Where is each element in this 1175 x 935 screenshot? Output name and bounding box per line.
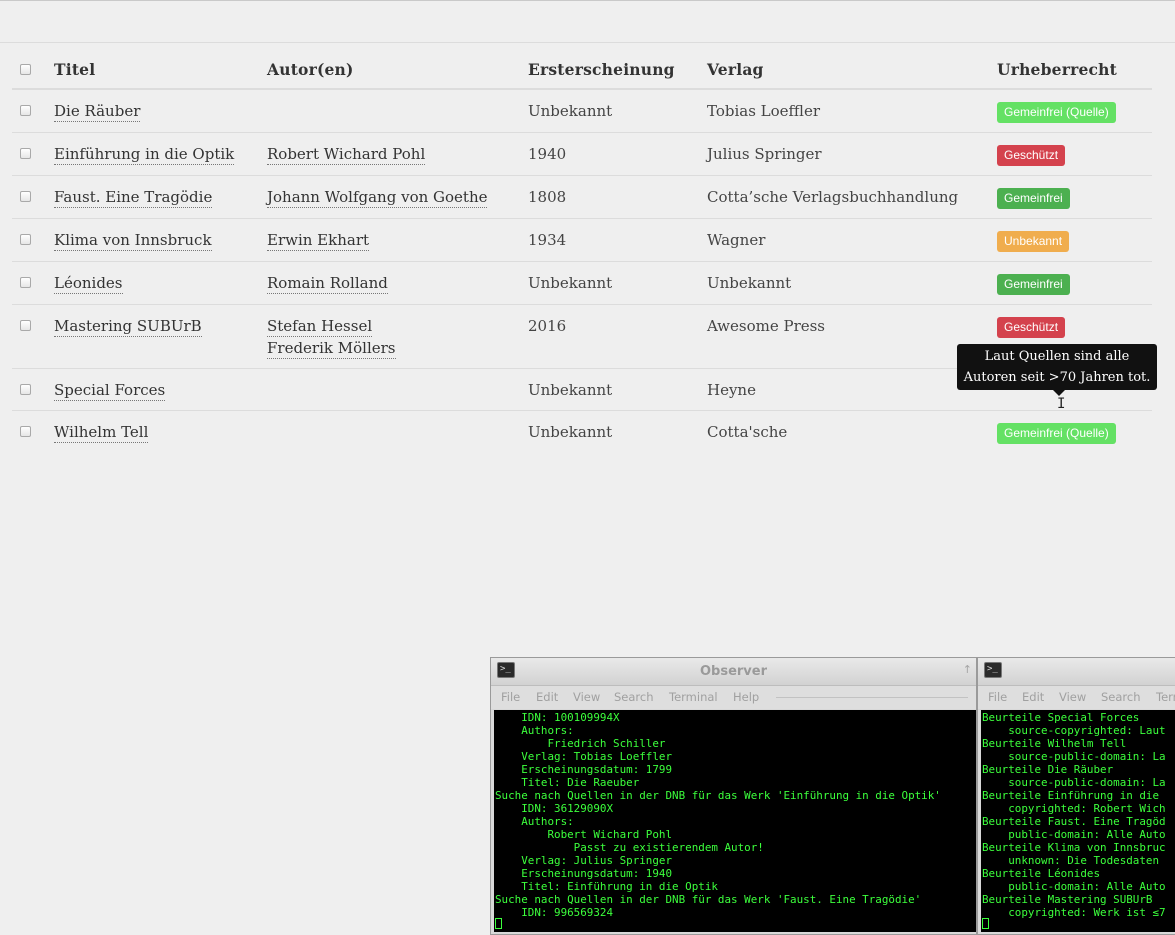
first-published-cell: 2016 (528, 304, 707, 369)
column-header-copyright[interactable]: Urheberrecht (997, 50, 1152, 90)
top-bar (0, 0, 1175, 43)
terminal-window-2[interactable]: >_ File Edit View Search Term Beurteile … (977, 657, 1175, 935)
publisher-cell: Cotta’sche Verlagsbuchhandlung (707, 175, 997, 219)
table-row: Einführung in die Optik Robert Wichard Po… (12, 132, 1152, 176)
terminal-screen[interactable]: Beurteile Special Forces source-copyrigh… (981, 710, 1175, 932)
menu-separator (776, 697, 968, 698)
tooltip-line-1: Laut Quellen sind alle (984, 349, 1130, 364)
terminal-caret (982, 918, 989, 929)
copyright-status-badge[interactable]: Gemeinfrei (997, 188, 1070, 209)
text-cursor-icon: I (1057, 396, 1066, 412)
copyright-status-badge[interactable]: Unbekannt (997, 231, 1070, 252)
menu-help[interactable]: Help (733, 690, 759, 704)
column-header-authors[interactable]: Autor(en) (267, 50, 528, 90)
copyright-status-badge[interactable]: Gemeinfrei (Quelle) (997, 102, 1116, 123)
first-published-cell: 1808 (528, 175, 707, 219)
publisher-cell: Wagner (707, 218, 997, 262)
column-header-publisher[interactable]: Verlag (707, 50, 997, 90)
books-table: Titel Autor(en) Ersterscheinung Verlag U… (12, 50, 1152, 453)
publisher-cell: Unbekannt (707, 261, 997, 305)
table-row: Die Räuber Unbekannt Tobias Loeffler Gemein… (12, 88, 1152, 133)
terminal-titlebar[interactable]: >_ Observer ↑ (491, 658, 976, 686)
first-published-cell: Unbekannt (528, 368, 707, 411)
row-checkbox[interactable] (20, 384, 31, 395)
publisher-cell: Cotta'sche (707, 410, 997, 453)
terminal-window-observer[interactable]: >_ Observer ↑ File Edit View Search Term… (490, 657, 977, 935)
copyright-status-badge[interactable]: Gemeinfrei (Quelle) (997, 423, 1116, 444)
copyright-status-badge[interactable]: Geschützt (997, 145, 1066, 166)
row-checkbox[interactable] (20, 320, 31, 331)
first-published-cell: Unbekannt (528, 88, 707, 133)
column-header-first-published[interactable]: Ersterscheinung (528, 50, 707, 90)
menu-file[interactable]: File (988, 690, 1007, 704)
row-checkbox[interactable] (20, 277, 31, 288)
menu-search[interactable]: Search (1101, 690, 1141, 704)
table-header-row: Titel Autor(en) Ersterscheinung Verlag U… (12, 50, 1152, 90)
select-all-checkbox[interactable] (20, 64, 31, 75)
row-checkbox[interactable] (20, 148, 31, 159)
terminal-menubar: File Edit View Search Terminal Help (491, 686, 976, 709)
book-title-link[interactable]: Klima von Innsbruck (54, 231, 212, 251)
book-title-link[interactable]: Einführung in die Optik (54, 145, 235, 165)
terminal-title: Observer (699, 664, 768, 679)
row-checkbox[interactable] (20, 105, 31, 116)
menu-edit[interactable]: Edit (1022, 690, 1044, 704)
menu-view[interactable]: View (573, 690, 600, 704)
tooltip-line-2: Autoren seit >70 Jahren tot. (963, 370, 1151, 385)
author-link[interactable]: Johann Wolfgang von Goethe (267, 188, 488, 208)
book-title-link[interactable]: Léonides (54, 274, 123, 294)
menu-view[interactable]: View (1059, 690, 1086, 704)
first-published-cell: Unbekannt (528, 261, 707, 305)
publisher-cell: Heyne (707, 368, 997, 411)
menu-terminal[interactable]: Term (1156, 690, 1175, 704)
terminal-caret (495, 918, 502, 929)
first-published-cell: 1934 (528, 218, 707, 262)
scroll-up-icon[interactable]: ↑ (963, 663, 972, 676)
terminal-menubar: File Edit View Search Term (978, 686, 1175, 709)
book-title-link[interactable]: Die Räuber (54, 102, 141, 122)
menu-file[interactable]: File (501, 690, 520, 704)
row-checkbox[interactable] (20, 191, 31, 202)
author-link[interactable]: Frederik Möllers (267, 339, 396, 359)
book-title-link[interactable]: Special Forces (54, 381, 166, 401)
book-title-link[interactable]: Mastering SUBUrB (54, 317, 202, 337)
menu-search[interactable]: Search (614, 690, 654, 704)
book-title-link[interactable]: Wilhelm Tell (54, 423, 149, 443)
publisher-cell: Awesome Press (707, 304, 997, 369)
author-link[interactable]: Romain Rolland (267, 274, 388, 294)
column-header-title[interactable]: Titel (54, 50, 267, 90)
book-title-link[interactable]: Faust. Eine Tragödie (54, 188, 213, 208)
first-published-cell: 1940 (528, 132, 707, 176)
table-row: Klima von Innsbruck Erwin Ekhart 1934 Wagne… (12, 218, 1152, 262)
menu-terminal[interactable]: Terminal (669, 690, 718, 704)
row-checkbox[interactable] (20, 426, 31, 437)
terminal-output: IDN: 100109994X Authors: Friedrich Schil… (495, 711, 941, 919)
author-link[interactable]: Stefan Hessel (267, 317, 373, 337)
row-checkbox[interactable] (20, 234, 31, 245)
terminal-icon: >_ (984, 662, 1002, 678)
copyright-tooltip: Laut Quellen sind alle Autoren seit >70 … (957, 344, 1157, 396)
terminal-titlebar[interactable]: >_ (978, 658, 1175, 686)
copyright-status-badge[interactable]: Geschützt (997, 317, 1066, 338)
terminal-output: Beurteile Special Forces source-copyrigh… (982, 711, 1166, 919)
table-row: Faust. Eine Tragödie Johann Wolfgang von … (12, 175, 1152, 219)
author-link[interactable]: Robert Wichard Pohl (267, 145, 426, 165)
first-published-cell: Unbekannt (528, 410, 707, 453)
terminal-screen[interactable]: IDN: 100109994X Authors: Friedrich Schil… (494, 710, 976, 932)
author-link[interactable]: Erwin Ekhart (267, 231, 370, 251)
publisher-cell: Tobias Loeffler (707, 88, 997, 133)
menu-edit[interactable]: Edit (536, 690, 558, 704)
publisher-cell: Julius Springer (707, 132, 997, 176)
table-row: Wilhelm Tell Unbekannt Cotta'sche Gemeinfre… (12, 410, 1152, 453)
copyright-status-badge[interactable]: Gemeinfrei (997, 274, 1070, 295)
table-row: Léonides Romain Rolland Unbekannt Unbekannt… (12, 261, 1152, 305)
